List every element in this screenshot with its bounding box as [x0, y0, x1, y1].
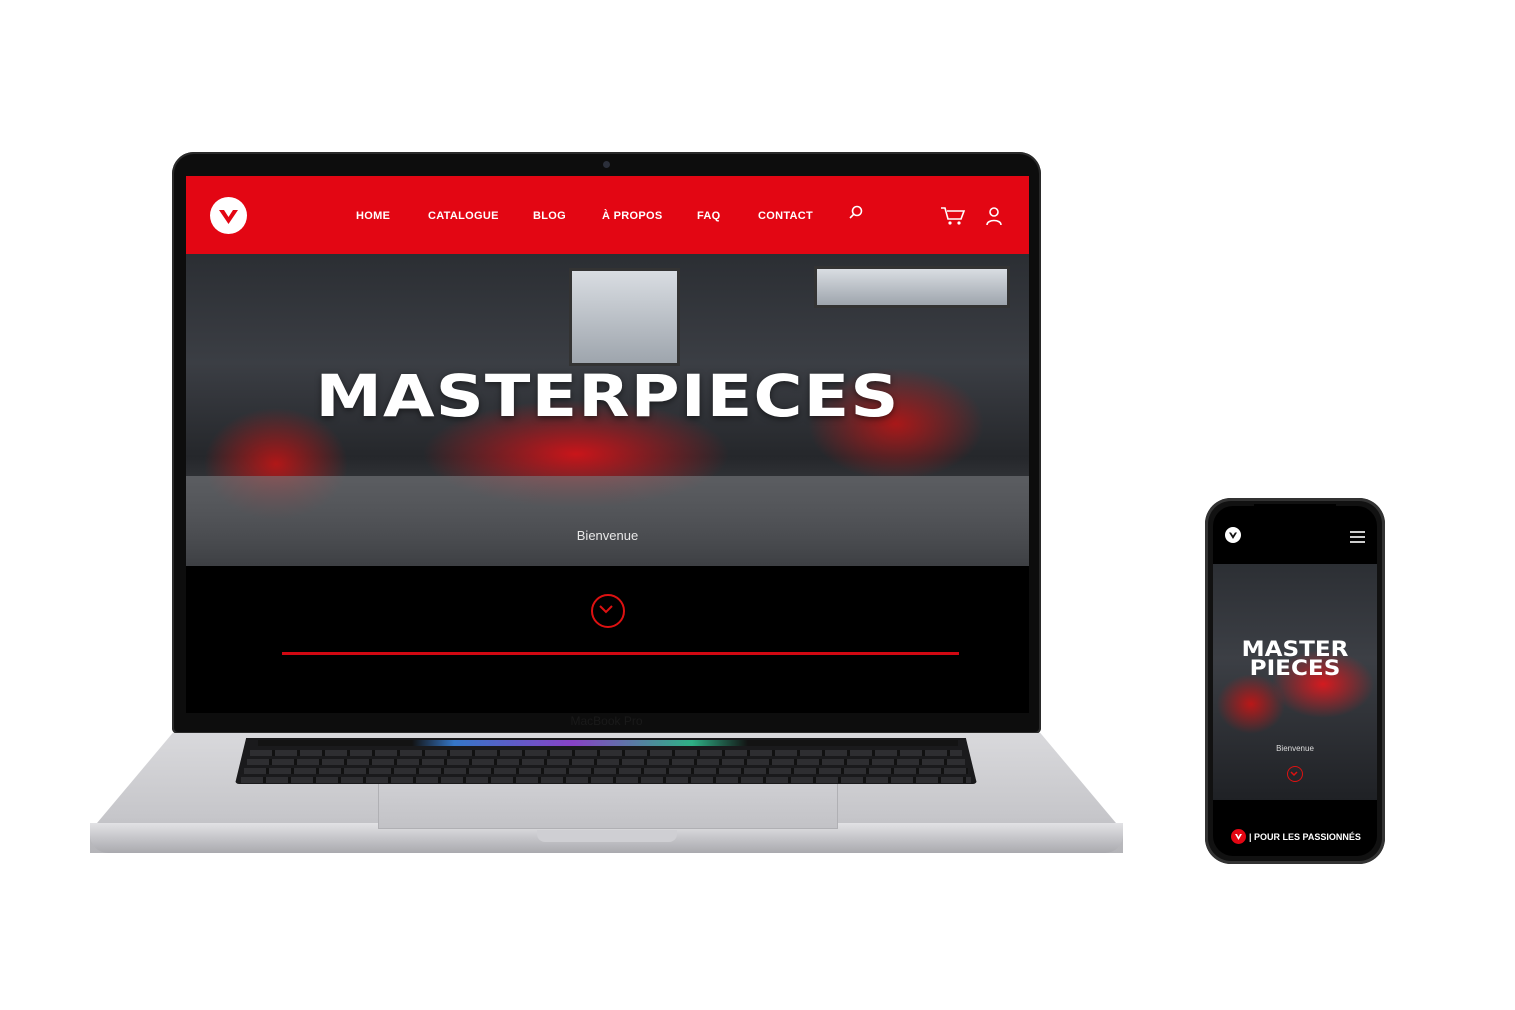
- garage-floor: [186, 476, 1029, 566]
- nav-item-blog[interactable]: BLOG: [533, 210, 566, 222]
- keyboard-row: [247, 759, 965, 765]
- cart-icon[interactable]: [940, 206, 966, 231]
- nav-item-a-propos[interactable]: À PROPOS: [602, 210, 662, 222]
- logo-icon[interactable]: [1225, 527, 1241, 543]
- mobile-hero-subtitle: Bienvenue: [1276, 744, 1314, 753]
- laptop-screen: HOME CATALOGUE BLOG À PROPOS FAQ CONTACT…: [186, 176, 1029, 713]
- mobile-hero-title: MASTER PIECES: [1213, 639, 1377, 680]
- search-icon[interactable]: [848, 205, 864, 226]
- nav-item-contact[interactable]: CONTACT: [758, 210, 813, 222]
- mobile-footer-tagline: | POUR LES PASSIONNÉS: [1249, 832, 1361, 842]
- laptop-model-label: MacBook Pro: [570, 714, 643, 728]
- phone-screen: MASTER PIECES Bienvenue | POUR LES PASSI…: [1213, 506, 1377, 856]
- hamburger-menu-icon[interactable]: [1350, 530, 1365, 548]
- mobile-hero-title-line2: PIECES: [1249, 656, 1341, 680]
- keyboard-row: [241, 777, 971, 783]
- user-icon[interactable]: [985, 206, 1003, 231]
- keyboard-row: [244, 768, 968, 774]
- keyboard-row: [250, 750, 962, 756]
- garage-window: [814, 266, 1010, 308]
- chevron-down-icon: [599, 605, 613, 614]
- nav-item-faq[interactable]: FAQ: [697, 210, 721, 222]
- hero-title: MASTERPIECES: [315, 362, 900, 430]
- hero-banner: MASTERPIECES Bienvenue: [186, 254, 1029, 566]
- nav-item-catalogue[interactable]: CATALOGUE: [428, 210, 499, 222]
- laptop-touchbar: [258, 740, 958, 746]
- phone-notch: [1254, 504, 1336, 520]
- nav-item-home[interactable]: HOME: [356, 210, 390, 222]
- laptop-open-notch: [537, 830, 677, 842]
- chevron-down-icon: [1289, 770, 1298, 776]
- logo-icon[interactable]: [210, 197, 247, 234]
- footer-logo-icon: [1231, 829, 1246, 844]
- site-navbar: HOME CATALOGUE BLOG À PROPOS FAQ CONTACT: [186, 176, 1029, 254]
- garage-window: [569, 268, 680, 366]
- scroll-down-button[interactable]: [591, 594, 625, 628]
- laptop-trackpad: [378, 784, 838, 829]
- mobile-scroll-down-button[interactable]: [1287, 766, 1303, 782]
- laptop-camera: [603, 161, 610, 168]
- section-divider: [282, 652, 959, 655]
- hero-subtitle: Bienvenue: [576, 528, 639, 543]
